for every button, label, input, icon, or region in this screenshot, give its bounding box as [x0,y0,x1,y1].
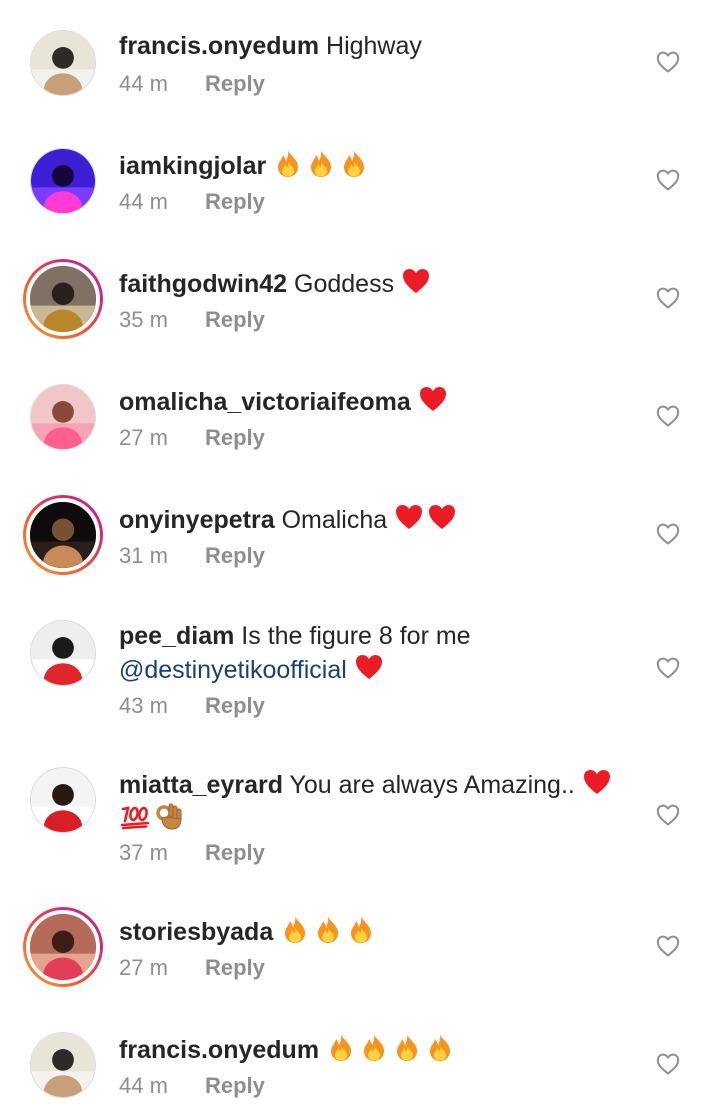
like-heart-icon[interactable] [656,657,680,679]
comment-username[interactable]: francis.onyedum [119,32,319,60]
comment-timestamp: 43 m [119,693,168,718]
comment-text: pee_diam Is the figure 8 for me @destinye… [119,620,629,686]
comment-meta: 43 m Reply [119,692,265,720]
reply-button[interactable]: Reply [205,955,265,980]
red-heart-emoji-icon [427,502,457,532]
fire-emoji-icon [346,914,376,944]
reply-button[interactable]: Reply [205,1073,265,1098]
avatar[interactable] [30,620,96,686]
fire-emoji-icon [273,148,303,178]
comment-text: onyinyepetra Omalicha [119,502,629,536]
fire-emoji-icon [425,1032,455,1062]
avatar[interactable] [30,148,96,214]
comment-body: Omalicha [281,506,388,534]
fire-emoji-icon [326,1032,356,1062]
comment-meta: 27 m Reply [119,954,265,982]
avatar[interactable] [30,30,96,96]
reply-button[interactable]: Reply [205,425,265,450]
red-heart-emoji-icon [401,266,431,296]
like-heart-icon[interactable] [656,169,680,191]
comment-timestamp: 31 m [119,543,168,568]
avatar-image [31,1033,95,1097]
comment-mention-link[interactable]: @destinyetikoofficial [119,656,347,684]
comment-body: You are always Amazing.. [289,771,575,799]
fire-emoji-icon [313,914,343,944]
comment-timestamp: 37 m [119,840,168,865]
red-heart-emoji-icon [582,767,612,797]
red-heart-emoji-icon [394,502,424,532]
reply-button[interactable]: Reply [205,543,265,568]
red-heart-emoji-icon [354,652,384,682]
avatar[interactable] [23,907,103,987]
like-heart-icon[interactable] [656,51,680,73]
comment-text: iamkingjolar [119,148,629,182]
avatar[interactable] [30,384,96,450]
comment-username[interactable]: storiesbyada [119,918,273,946]
comment-text: storiesbyada [119,914,629,948]
comment-username[interactable]: pee_diam [119,622,234,650]
comment-meta: 44 m Reply [119,1072,265,1100]
fire-emoji-icon [339,148,369,178]
comment-meta: 37 m Reply [119,839,265,867]
avatar-image [31,385,95,449]
comment-timestamp: 44 m [119,71,168,96]
fire-emoji-icon [359,1032,389,1062]
avatar-image [31,768,95,832]
comment-username[interactable]: francis.onyedum [119,1036,319,1064]
comment-text: francis.onyedum [119,1032,629,1066]
hundred-points-emoji-icon [119,801,151,831]
comment-meta: 27 m Reply [119,424,265,452]
comment-username[interactable]: onyinyepetra [119,506,275,534]
comment-list: francis.onyedum Highway 44 m Reply iamkingj… [0,0,720,1104]
comment-text: faithgodwin42 Goddess [119,266,629,300]
avatar-image [26,498,100,572]
comment-meta: 44 m Reply [119,70,265,98]
avatar-image [26,262,100,336]
reply-button[interactable]: Reply [205,189,265,214]
comment-timestamp: 44 m [119,189,168,214]
comment-text: miatta_eyrard You are always Amazing.. [119,767,629,835]
comment-text: francis.onyedum Highway [119,30,629,62]
like-heart-icon[interactable] [656,405,680,427]
red-heart-emoji-icon [418,384,448,414]
like-heart-icon[interactable] [656,935,680,957]
comment-body: Highway [326,32,422,60]
comment-username[interactable]: iamkingjolar [119,152,266,180]
reply-button[interactable]: Reply [205,840,265,865]
avatar[interactable] [23,259,103,339]
comment-meta: 44 m Reply [119,188,265,216]
avatar[interactable] [30,1032,96,1098]
comment-username[interactable]: miatta_eyrard [119,771,283,799]
comment-timestamp: 35 m [119,307,168,332]
comment-timestamp: 44 m [119,1073,168,1098]
reply-button[interactable]: Reply [205,71,265,96]
avatar-image [31,621,95,685]
comment-timestamp: 27 m [119,955,168,980]
like-heart-icon[interactable] [656,804,680,826]
fire-emoji-icon [306,148,336,178]
avatar[interactable] [30,767,96,833]
avatar-image [26,910,100,984]
like-heart-icon[interactable] [656,287,680,309]
fire-emoji-icon [280,914,310,944]
avatar-image [31,31,95,95]
fire-emoji-icon [392,1032,422,1062]
comment-body: Is the figure 8 for me [241,622,471,650]
avatar-image [31,149,95,213]
avatar[interactable] [23,495,103,575]
comment-meta: 35 m Reply [119,306,265,334]
comment-username[interactable]: faithgodwin42 [119,270,287,298]
reply-button[interactable]: Reply [205,307,265,332]
ok-hand-emoji-icon [154,801,184,831]
comment-username[interactable]: omalicha_victoriaifeoma [119,388,411,416]
like-heart-icon[interactable] [656,1053,680,1075]
reply-button[interactable]: Reply [205,693,265,718]
comment-text: omalicha_victoriaifeoma [119,384,629,418]
comment-meta: 31 m Reply [119,542,265,570]
comment-timestamp: 27 m [119,425,168,450]
like-heart-icon[interactable] [656,523,680,545]
comment-body: Goddess [294,270,395,298]
